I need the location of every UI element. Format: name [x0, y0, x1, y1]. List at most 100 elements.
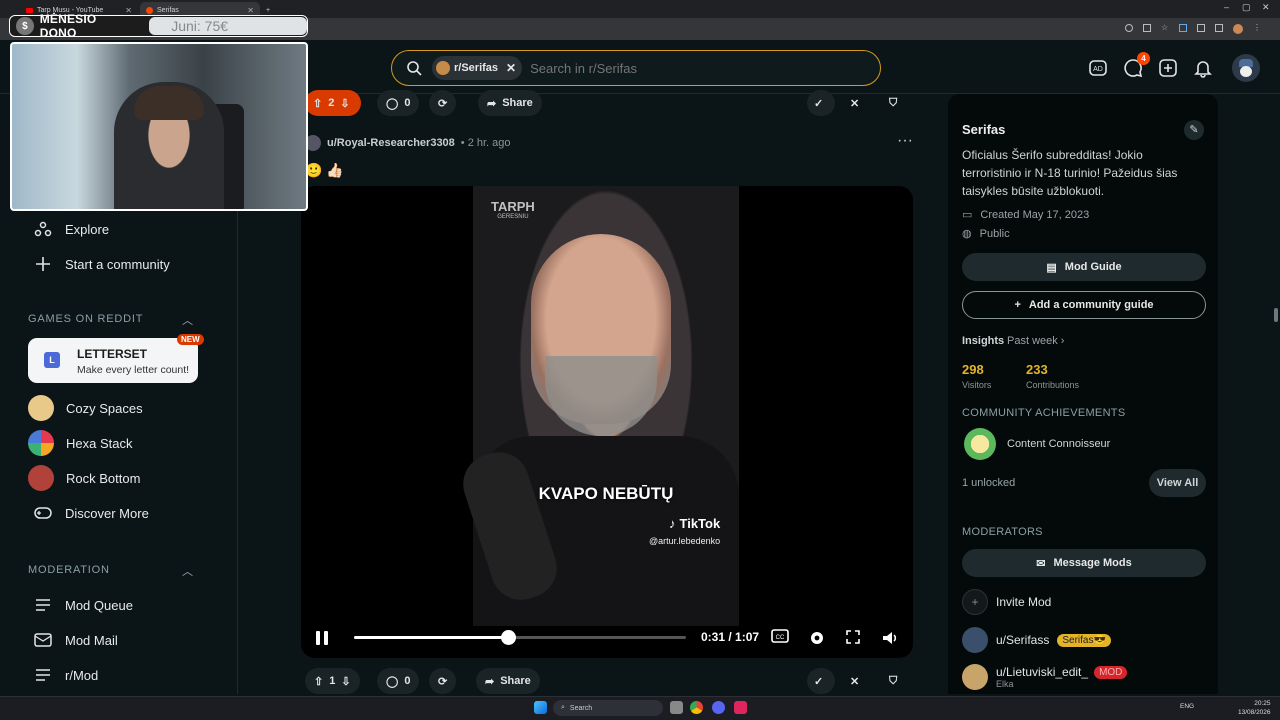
sidebar-item-label: Cozy Spaces: [66, 400, 143, 416]
crosspost-button[interactable]: ⟳: [429, 668, 457, 694]
windows-start-icon[interactable]: [534, 701, 547, 714]
language-indicator[interactable]: ENG: [1180, 703, 1194, 710]
profile-avatar[interactable]: [1233, 24, 1243, 34]
puzzle-icon[interactable]: [1197, 24, 1205, 32]
mod-shield-button[interactable]: ⛉: [881, 668, 909, 694]
vote-count: 2: [328, 97, 335, 109]
share-button[interactable]: ➦ Share: [478, 90, 542, 116]
visitors-value: 298: [962, 362, 984, 377]
remove-button[interactable]: ✕: [842, 668, 870, 694]
created-date: ▭ Created May 17, 2023: [962, 208, 1090, 222]
scrollbar-thumb[interactable]: [1274, 308, 1278, 322]
edit-icon[interactable]: ✎: [1184, 120, 1204, 140]
view-all-button[interactable]: View All: [1149, 469, 1206, 497]
page-scrollbar[interactable]: [1272, 94, 1280, 694]
minimize-button[interactable]: –: [1224, 2, 1229, 12]
share-label: Share: [500, 675, 531, 687]
more-options-icon[interactable]: ···: [897, 132, 913, 150]
downvote-icon[interactable]: ⇩: [341, 675, 350, 688]
extension-icon[interactable]: [1179, 24, 1187, 32]
sidebar-item-cozy-spaces[interactable]: Cozy Spaces: [28, 395, 143, 421]
discord-icon[interactable]: [712, 701, 725, 714]
seek-bar[interactable]: [354, 630, 686, 645]
visitors-label: Visitors: [962, 380, 992, 390]
sidepanel-icon[interactable]: [1215, 24, 1223, 32]
comments-button[interactable]: ◯ 0: [377, 668, 420, 694]
sidebar-item-hexa-stack[interactable]: Hexa Stack: [28, 430, 132, 456]
sidebar-item-mod-queue[interactable]: Mod Queue: [33, 593, 133, 617]
moderator-name: u/Lietuviski_edit_: [996, 665, 1089, 679]
share-button[interactable]: ➦ Share: [476, 668, 540, 694]
tiktok-app-icon[interactable]: [734, 701, 747, 714]
video-caption: KVAPO NEBŪTŲ: [538, 484, 674, 503]
search-bar[interactable]: r/Serifas ✕: [391, 50, 881, 86]
moderator-item[interactable]: u/Lietuviski_edit_ MOD Elka: [962, 664, 1128, 690]
approve-button[interactable]: ✓: [807, 90, 835, 116]
cake-icon: ▭: [962, 209, 973, 221]
moderator-item[interactable]: u/Serifass Serifas😎: [962, 627, 1111, 653]
message-mods-button[interactable]: ✉ Message Mods: [962, 549, 1206, 577]
share-icon: ➦: [487, 97, 497, 110]
fullscreen-icon[interactable]: [845, 629, 863, 647]
moderator-avatar: [962, 664, 988, 690]
sidebar-item-start-community[interactable]: Start a community: [33, 252, 170, 276]
community-chip[interactable]: r/Serifas ✕: [432, 56, 523, 80]
clear-chip-icon[interactable]: ✕: [506, 61, 516, 75]
captions-icon[interactable]: CC: [771, 629, 789, 647]
install-icon[interactable]: [1143, 24, 1151, 32]
star-icon[interactable]: ☆: [1161, 24, 1169, 32]
webcam-overlay: [10, 42, 308, 211]
chevron-up-icon[interactable]: ︿: [182, 312, 193, 328]
video-player[interactable]: TARPH GERESNIU KVAPO NEBŪTŲ ♪ TikTok @ar…: [301, 186, 913, 658]
sidebar-item-r-mod[interactable]: r/Mod: [33, 663, 98, 687]
mod-shield-button[interactable]: ⛉: [881, 90, 909, 116]
volume-icon[interactable]: [881, 629, 899, 647]
invite-mod-button[interactable]: + Invite Mod: [962, 589, 1051, 615]
youtube-icon: [26, 7, 33, 13]
crosspost-button[interactable]: ⟳: [429, 90, 457, 116]
taskbar-app-icon[interactable]: [670, 701, 683, 714]
seek-handle[interactable]: [500, 630, 516, 645]
settings-gear-icon[interactable]: [808, 629, 826, 647]
svg-text:CC: CC: [776, 635, 785, 641]
remove-button[interactable]: ✕: [842, 90, 870, 116]
sidebar-item-rock-bottom[interactable]: Rock Bottom: [28, 465, 141, 491]
tiktok-handle: @artur.lebedenko: [649, 536, 721, 546]
advertise-icon[interactable]: AD: [1088, 58, 1110, 80]
search-input[interactable]: [530, 60, 831, 76]
system-clock[interactable]: 20:25 13/08/2026: [1238, 699, 1271, 717]
vote-control[interactable]: ⇧ 1 ⇩: [305, 668, 360, 694]
close-window-button[interactable]: ✕: [1262, 2, 1270, 13]
downvote-icon[interactable]: ⇩: [340, 97, 349, 110]
moderation-section-heading: MODERATION: [28, 564, 110, 576]
sidebar-item-label: Explore: [65, 221, 110, 237]
search-icon[interactable]: [1125, 24, 1133, 32]
pause-icon[interactable]: [313, 629, 331, 647]
sidebar-item-explore[interactable]: Explore: [33, 217, 109, 241]
close-tab-icon[interactable]: ✕: [247, 6, 254, 15]
approve-button[interactable]: ✓: [807, 668, 835, 694]
chevron-up-icon[interactable]: ︿: [182, 563, 193, 579]
featured-game-card[interactable]: L LETTERSET Make every letter count!: [28, 338, 198, 383]
mod-guide-button[interactable]: ▤ Mod Guide: [962, 253, 1206, 281]
chat-icon[interactable]: 4: [1123, 52, 1150, 80]
maximize-button[interactable]: ▢: [1242, 2, 1251, 13]
notifications-icon[interactable]: [1193, 58, 1215, 80]
upvote-icon[interactable]: ⇧: [314, 675, 323, 688]
create-post-icon[interactable]: [1158, 58, 1180, 80]
menu-icon[interactable]: ⋮: [1253, 24, 1261, 32]
comments-button[interactable]: ◯ 0: [377, 90, 420, 116]
sidebar-item-discover-more[interactable]: Discover More: [33, 501, 149, 525]
chrome-icon[interactable]: [690, 701, 703, 714]
upvote-icon[interactable]: ⇧: [313, 97, 322, 110]
insights-period-link[interactable]: Past week ›: [1007, 335, 1064, 347]
comment-icon: ◯: [386, 675, 399, 688]
vote-control[interactable]: ⇧ 2 ⇩: [305, 90, 361, 116]
user-avatar[interactable]: [1232, 54, 1260, 82]
sidebar-item-label: Rock Bottom: [66, 470, 141, 486]
taskbar-search[interactable]: ⌕ Search: [553, 700, 663, 716]
post-author[interactable]: u/Royal-Researcher3308: [327, 137, 455, 149]
sidebar-item-mod-mail[interactable]: Mod Mail: [33, 628, 118, 652]
add-community-guide-button[interactable]: + Add a community guide: [962, 291, 1206, 319]
seek-bar-fill: [354, 636, 508, 639]
